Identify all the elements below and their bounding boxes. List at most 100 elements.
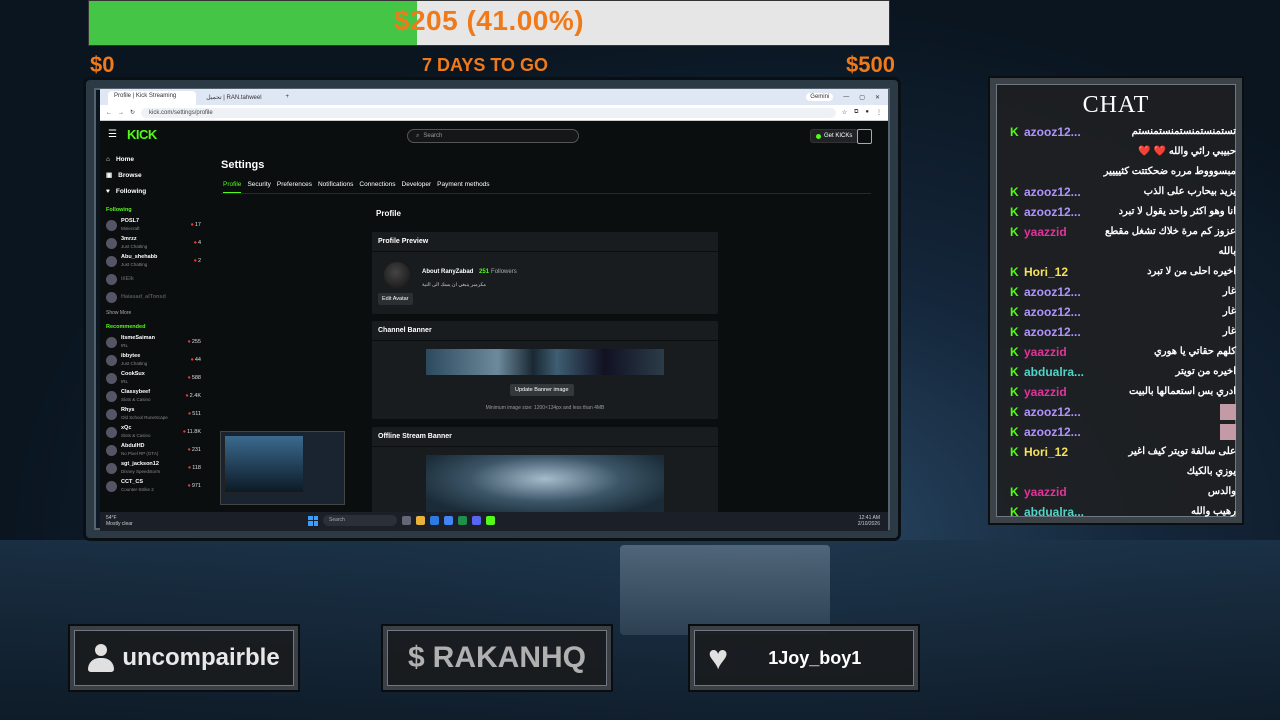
- file-explorer-icon[interactable]: [416, 516, 425, 525]
- chat-username[interactable]: yaazzid: [1024, 484, 1067, 500]
- chat-username[interactable]: azooz12...: [1024, 404, 1081, 420]
- chrome-icon[interactable]: [444, 516, 453, 525]
- channel-name: AbduIHD: [121, 443, 145, 449]
- viewer-count: 44: [191, 357, 201, 363]
- sidebar-item-following[interactable]: ♥ Following: [106, 183, 201, 199]
- card-heading: Channel Banner: [372, 321, 718, 341]
- gemini-button[interactable]: Gemini: [806, 93, 834, 101]
- tab-payment-methods[interactable]: Payment methods: [437, 181, 489, 193]
- channel-name: ItsmeSaiman: [121, 335, 155, 341]
- sidebar-channel[interactable]: iiiElk: [106, 270, 201, 288]
- chat-username[interactable]: Hori_12: [1024, 264, 1068, 280]
- latest-follower-panel: uncompairble: [70, 626, 298, 690]
- chat-username[interactable]: azooz12...: [1024, 124, 1081, 140]
- chat-username[interactable]: azooz12...: [1024, 204, 1081, 220]
- chat-username[interactable]: azooz12...: [1024, 424, 1081, 440]
- chat-message: حبيبي رائي والله ❤️ ❤️: [1010, 144, 1236, 164]
- task-view-icon[interactable]: [402, 516, 411, 525]
- sidebar-channel[interactable]: Rhys Old School RuneScape 511: [106, 405, 201, 423]
- sidebar-channel[interactable]: ibbytee Just Chatting 44: [106, 351, 201, 369]
- nav-label: Browse: [118, 171, 142, 179]
- extensions-icon[interactable]: ⧉: [854, 109, 858, 116]
- channel-name: CCT_CS: [121, 479, 144, 485]
- tab-preferences[interactable]: Preferences: [277, 181, 312, 193]
- chat-username[interactable]: azooz12...: [1024, 284, 1081, 300]
- windows-start-icon[interactable]: [308, 515, 318, 526]
- clock-date: 2/10/2026: [857, 521, 880, 527]
- chat-username[interactable]: Hori_12: [1024, 444, 1068, 460]
- chat-messages: Kazooz12... تستمنستمنستمنستمنستم حبيبي رائ…: [1010, 124, 1236, 524]
- taskbar-clock[interactable]: 12:41 AM 2/10/2026: [858, 515, 880, 527]
- sidebar-channel[interactable]: sgt_jackson12 Disney Speedstorm 118: [106, 459, 201, 477]
- sidebar-channel[interactable]: 3mrzz Just Chatting 4: [106, 234, 201, 252]
- sidebar-channel[interactable]: ItsmeSaiman IRL 255: [106, 333, 201, 351]
- browser-menu-icon[interactable]: ⋮: [876, 109, 882, 116]
- chat-username[interactable]: abdualra...: [1024, 364, 1084, 380]
- edit-avatar-button[interactable]: Edit Avatar: [378, 293, 413, 305]
- chat-username[interactable]: abdualra...: [1024, 504, 1084, 520]
- kick-logo[interactable]: KICK: [127, 127, 157, 142]
- forward-icon[interactable]: →: [118, 110, 124, 116]
- channel-banner-card: Channel Banner Update Banner image Minim…: [372, 321, 718, 419]
- viewer-count: [197, 294, 201, 300]
- weather-widget[interactable]: 54°F Mostly clear: [106, 515, 133, 527]
- url-input[interactable]: kick.com/settings/profile: [141, 107, 836, 118]
- sidebar-channel[interactable]: Abu_shehabb Just Chatting 2: [106, 252, 201, 270]
- close-icon[interactable]: ✕: [875, 94, 880, 101]
- chat-username[interactable]: yaazzid: [1024, 224, 1067, 240]
- chat-message: K Hori_12 على سالفة تويتر كيف اغير: [1010, 444, 1236, 464]
- edge-icon[interactable]: [430, 516, 439, 525]
- viewer-count: 11.8K: [183, 429, 201, 435]
- tab-security[interactable]: Security: [247, 181, 270, 193]
- browser-tab-active[interactable]: Profile | Kick Streaming: [108, 91, 197, 105]
- back-icon[interactable]: ←: [106, 110, 112, 116]
- sidebar-channel[interactable]: AbduIHD No Pixel RP (GTA) 231: [106, 441, 201, 459]
- hamburger-icon[interactable]: ☰: [108, 129, 117, 140]
- bookmark-star-icon[interactable]: ☆: [842, 109, 847, 116]
- tab-profile[interactable]: Profile: [223, 181, 242, 193]
- sidebar-channel[interactable]: CookSux IRL 588: [106, 369, 201, 387]
- get-kicks-button[interactable]: Get KICKs: [810, 129, 859, 143]
- chat-username[interactable]: yaazzid: [1024, 344, 1067, 360]
- sidebar-item-browse[interactable]: ▣ Browse: [106, 167, 201, 183]
- new-tab-icon[interactable]: +: [286, 94, 290, 100]
- chat-text: ادري بس استعمالها بالبيت: [1128, 386, 1236, 397]
- chat-message: Kazooz12... يزيد بيحارب على الذب: [1010, 184, 1236, 204]
- chat-username[interactable]: yaazzid: [1024, 384, 1067, 400]
- show-more-link[interactable]: Show More: [106, 310, 201, 316]
- maximize-icon[interactable]: ▢: [859, 94, 865, 101]
- browser-tab[interactable]: تحميل | RAN.tahweel: [200, 92, 281, 103]
- sidebar-channel[interactable]: Classybeef Slots & Casino 2.4K: [106, 387, 201, 405]
- discord-icon[interactable]: [472, 516, 481, 525]
- channel-info: CCT_CS Counter-Strike 2: [121, 479, 183, 493]
- profile-icon[interactable]: ●: [865, 109, 869, 116]
- reload-icon[interactable]: ↻: [130, 109, 135, 116]
- chat-username[interactable]: azooz12...: [1024, 184, 1081, 200]
- sidebar-channel[interactable]: Haiasad_alTonsd: [106, 288, 201, 306]
- channel-info: sgt_jackson12 Disney Speedstorm: [121, 461, 184, 475]
- chat-text: غار: [1222, 326, 1236, 337]
- minimize-icon[interactable]: —: [843, 94, 849, 100]
- chat-username[interactable]: azooz12...: [1024, 304, 1081, 320]
- tab-connections[interactable]: Connections: [359, 181, 395, 193]
- sidebar-item-home[interactable]: ⌂ Home: [106, 151, 201, 167]
- kick-app-icon[interactable]: [486, 516, 495, 525]
- update-banner-button[interactable]: Update Banner image: [510, 384, 574, 396]
- user-avatar[interactable]: [857, 129, 872, 144]
- sidebar-channel[interactable]: CCT_CS Counter-Strike 2 971: [106, 477, 201, 495]
- excel-icon[interactable]: [458, 516, 467, 525]
- channel-info: Rhys Old School RuneScape: [121, 407, 184, 421]
- taskbar-search[interactable]: Search: [323, 515, 397, 526]
- tab-notifications[interactable]: Notifications: [318, 181, 353, 193]
- page-title: Settings: [221, 159, 265, 171]
- chat-username[interactable]: azooz12...: [1024, 324, 1081, 340]
- sidebar-channel[interactable]: xQc Slots & Casino 11.8K: [106, 423, 201, 441]
- chat-text: والدس: [1207, 486, 1236, 497]
- tab-developer[interactable]: Developer: [402, 181, 432, 193]
- kick-badge-icon: K: [1010, 185, 1019, 199]
- channel-name: POSL7: [121, 218, 140, 224]
- latest-sub-name: 1Joy_boy1: [768, 647, 862, 668]
- avatar: [106, 255, 117, 267]
- kick-search-input[interactable]: ⌕ Search: [407, 129, 579, 143]
- sidebar-channel[interactable]: POSL7 Minecraft 17: [106, 216, 201, 234]
